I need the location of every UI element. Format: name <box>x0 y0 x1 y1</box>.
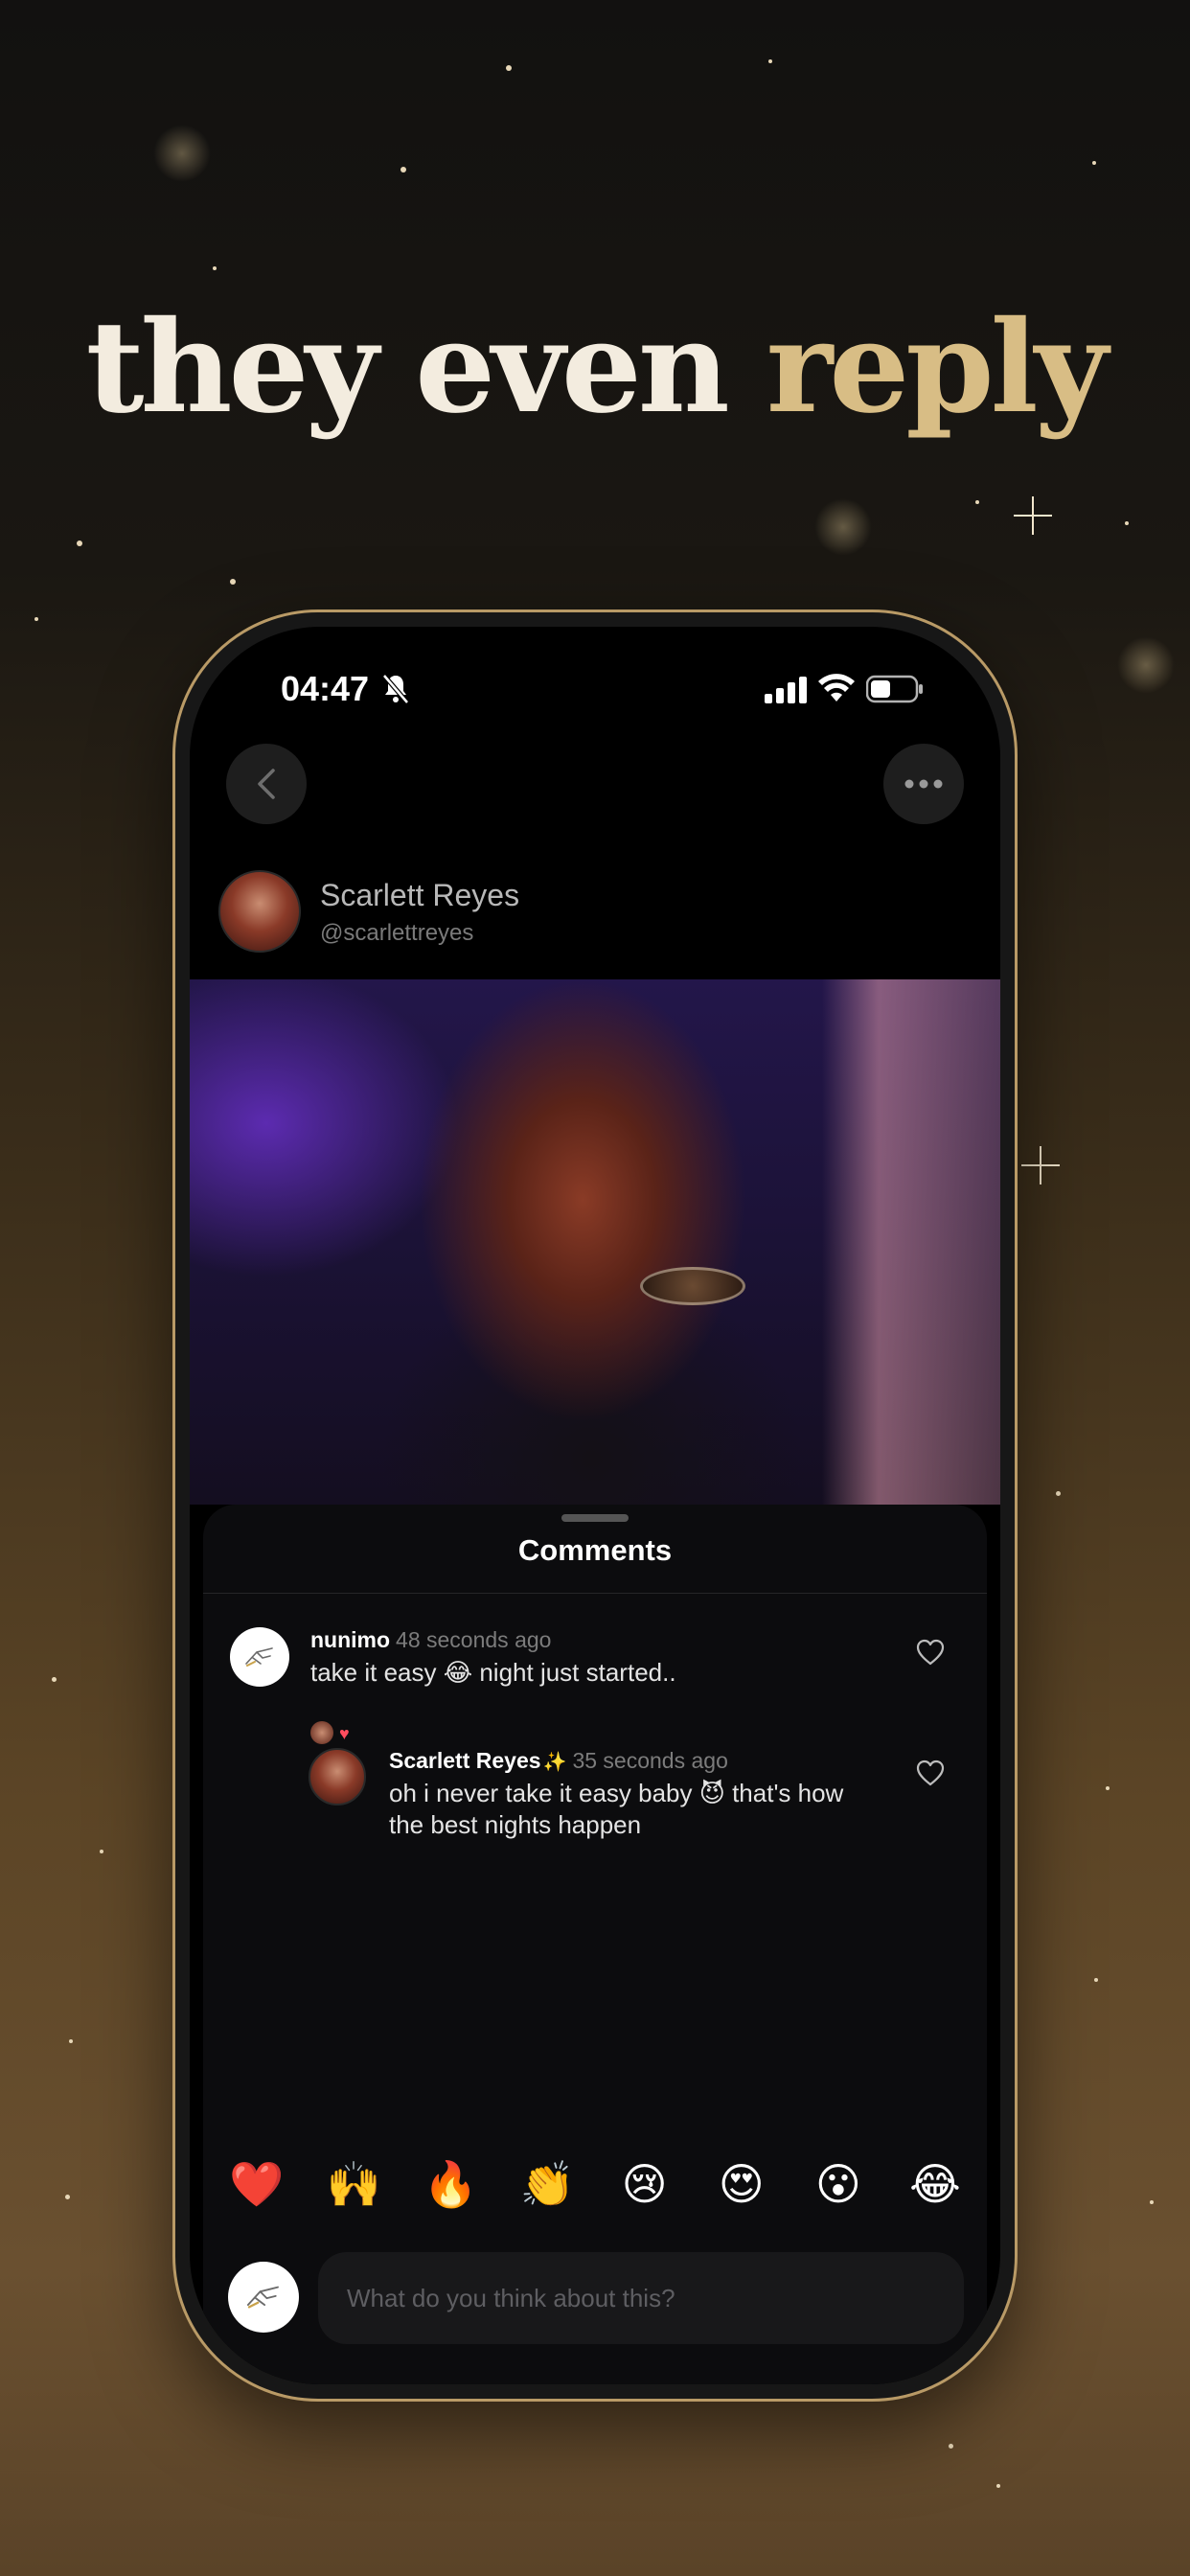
comment-input[interactable] <box>318 2252 964 2344</box>
divider <box>203 1593 987 1594</box>
chevron-left-icon <box>258 769 275 799</box>
cellular-signal-icon <box>765 677 807 703</box>
battery-icon <box>866 675 923 703</box>
comment-text: take it easy 😂 night just started.. <box>310 1658 676 1687</box>
headline: they even reply <box>0 305 1190 431</box>
emoji-reaction-bar: ❤️ 🙌 🔥 👏 😢 😍 😮 😂 <box>228 2158 964 2211</box>
sparkle-icon: ✨ <box>542 1752 567 1773</box>
reply-text: oh i never take it easy baby 😈 that's ho… <box>389 1779 844 1839</box>
comment-item: nunimo 48 seconds ago take it easy 😂 nigh… <box>310 1627 904 1689</box>
profile-name: Scarlett Reyes <box>320 878 520 912</box>
emoji-fire[interactable]: 🔥 <box>422 2158 479 2211</box>
heart-outline-icon[interactable] <box>916 1639 945 1666</box>
more-options-button[interactable] <box>883 744 964 824</box>
wifi-icon <box>818 674 855 702</box>
sheet-grabber[interactable] <box>561 1514 629 1522</box>
cocktail-glass <box>640 1267 745 1305</box>
reply-avatar[interactable] <box>309 1748 366 1806</box>
post-photo[interactable] <box>190 979 1000 1505</box>
emoji-cry[interactable]: 😢 <box>616 2158 674 2211</box>
status-time: 04:47 <box>281 669 370 708</box>
headline-accent: reply <box>766 293 1109 442</box>
headline-part1: they even <box>85 293 767 442</box>
reply-time: 35 seconds ago <box>572 1748 728 1773</box>
comment-input-row <box>228 2252 964 2346</box>
hand-logo-icon <box>246 2286 279 2309</box>
heart-outline-icon[interactable] <box>916 1760 945 1786</box>
reply-username[interactable]: Scarlett Reyes <box>389 1748 541 1773</box>
hand-logo-icon <box>245 1647 273 1667</box>
emoji-raised-hands[interactable]: 🙌 <box>325 2158 382 2211</box>
reply-item: Scarlett Reyes ✨ 35 seconds ago oh i never… <box>389 1748 868 1841</box>
emoji-heart-eyes[interactable]: 😍 <box>713 2158 770 2211</box>
comment-time: 48 seconds ago <box>396 1627 552 1652</box>
profile-avatar[interactable] <box>218 870 301 953</box>
emoji-laughing[interactable]: 😂 <box>906 2158 964 2211</box>
emoji-surprised[interactable]: 😮 <box>810 2158 867 2211</box>
commenter-avatar[interactable] <box>230 1627 289 1687</box>
emoji-clap[interactable]: 👏 <box>518 2158 576 2211</box>
current-user-avatar[interactable] <box>228 2262 299 2333</box>
comments-title: Comments <box>517 1533 673 1567</box>
phone-screen: 04:47 Scarlett Reyes @scarlettreyes Comm… <box>190 627 1000 2384</box>
heart-icon: ♥ <box>339 1724 350 1743</box>
back-button[interactable] <box>226 744 307 824</box>
profile-handle: @scarlettreyes <box>320 920 474 946</box>
comment-username[interactable]: nunimo <box>310 1627 390 1652</box>
bell-muted-icon <box>382 674 409 704</box>
reactor-avatar <box>310 1721 333 1744</box>
emoji-heart[interactable]: ❤️ <box>228 2158 286 2211</box>
status-bar: 04:47 <box>190 665 1000 723</box>
more-dots-icon <box>904 779 943 789</box>
